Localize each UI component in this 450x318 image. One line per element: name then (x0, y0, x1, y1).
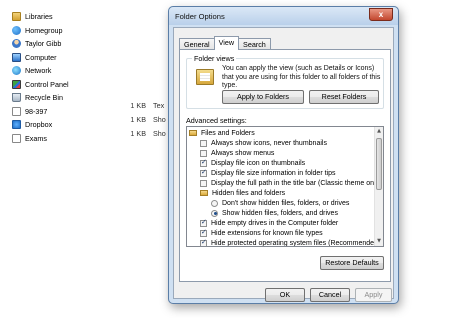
control-panel-icon (12, 79, 21, 89)
checkbox-checked[interactable] (200, 218, 207, 227)
setting-hide-extensions[interactable]: Hide extensions for known file types (200, 228, 323, 238)
setting-label: Display file icon on thumbnails (211, 159, 306, 167)
file-row[interactable]: 98-397 (10, 105, 170, 118)
file-row[interactable]: Exams (10, 132, 170, 145)
view-tab-panel: Folder views You can apply the view (suc… (179, 49, 391, 282)
setting-label: Hide protected operating system files (R… (211, 239, 381, 247)
network-icon (12, 66, 21, 75)
scroll-up-arrow-icon[interactable]: ▲ (375, 127, 383, 136)
setting-label: Show hidden files, folders, and drives (222, 209, 338, 217)
setting-label: Hide extensions for known file types (211, 229, 323, 237)
recycle-bin-icon (12, 93, 21, 102)
checkbox-checked[interactable] (200, 228, 207, 237)
nav-item-label: Libraries (25, 12, 53, 21)
dropbox-icon (12, 120, 21, 129)
nav-item-label: Homegroup (25, 25, 63, 35)
scroll-down-arrow-icon[interactable]: ▼ (375, 237, 383, 246)
setting-display-file-icon[interactable]: Display file icon on thumbnails (200, 158, 305, 168)
nav-item-label: Computer (25, 52, 57, 62)
checkbox[interactable] (200, 139, 207, 147)
nav-item-label: Network (25, 66, 52, 75)
setting-hide-protected-files[interactable]: Hide protected operating system files (R… (200, 238, 381, 247)
nav-item-label: Recycle Bin (25, 93, 63, 102)
libraries-icon (12, 12, 21, 21)
setting-display-full-path[interactable]: Display the full path in the title bar (… (200, 178, 381, 188)
checkbox-checked[interactable] (200, 158, 207, 167)
nav-item-recycle-bin[interactable]: Recycle Bin (10, 91, 170, 104)
file-size: 1 KB (130, 115, 146, 124)
nav-item-libraries[interactable]: Libraries (10, 10, 170, 23)
dialog-title: Folder Options (175, 12, 225, 21)
folder-views-label: Folder views (192, 54, 237, 63)
nav-item-label: Taylor Gibb (25, 39, 62, 48)
setting-label: Hide empty drives in the Computer folder (211, 219, 339, 227)
radio-button[interactable] (211, 199, 218, 207)
dialog-titlebar[interactable]: Folder Options x (169, 7, 398, 25)
vertical-scrollbar[interactable]: ▲ ▼ (374, 127, 383, 246)
file-name: Exams (25, 133, 47, 143)
file-size: 1 KB (130, 129, 146, 138)
checkbox[interactable] (200, 149, 207, 157)
file-size: 1 KB (130, 101, 146, 110)
folder-icon (200, 190, 208, 196)
file-name: Dropbox (25, 120, 53, 129)
cancel-button[interactable]: Cancel (310, 288, 350, 302)
setting-label: Always show icons, never thumbnails (211, 139, 327, 147)
nav-item-user[interactable]: Taylor Gibb (10, 37, 170, 50)
shortcut-file-icon (12, 133, 21, 143)
file-name: 98-397 (25, 106, 48, 116)
restore-defaults-button[interactable]: Restore Defaults (320, 256, 384, 270)
apply-to-folders-button[interactable]: Apply to Folders (222, 90, 304, 104)
nav-item-label: Control Panel (25, 79, 69, 89)
setting-label: Don't show hidden files, folders, or dri… (222, 199, 350, 207)
homegroup-icon (12, 25, 21, 35)
nav-item-network[interactable]: Network (10, 64, 170, 77)
user-icon (12, 39, 21, 48)
setting-label: Hidden files and folders (212, 189, 286, 197)
advanced-settings-list[interactable]: Files and Folders Always show icons, nev… (186, 126, 384, 247)
nav-item-homegroup[interactable]: Homegroup (10, 24, 170, 37)
setting-label: Display file size information in folder … (211, 169, 336, 177)
checkbox-checked[interactable] (200, 168, 207, 177)
scroll-thumb[interactable] (376, 138, 382, 190)
checkbox-checked[interactable] (200, 238, 207, 246)
tab-view[interactable]: View (213, 36, 240, 50)
text-file-icon (12, 106, 21, 116)
folder-views-description: You can apply the view (such as Details … (222, 65, 381, 89)
navigation-pane: Libraries Homegroup Taylor Gibb Computer… (10, 10, 170, 145)
folder-options-dialog: Folder Options x General View Search Fol… (168, 6, 399, 304)
checkbox[interactable] (200, 179, 207, 187)
setting-show-hidden[interactable]: Show hidden files, folders, and drives (211, 208, 338, 218)
close-button[interactable]: x (369, 8, 393, 21)
file-type: Sho (153, 115, 166, 124)
computer-icon (12, 52, 21, 62)
ok-button[interactable]: OK (265, 288, 305, 302)
folder-views-group: Folder views You can apply the view (suc… (186, 54, 384, 109)
setting-label: Files and Folders (201, 129, 255, 137)
file-type: Tex (153, 101, 165, 110)
file-row[interactable]: Dropbox (10, 118, 170, 131)
apply-button[interactable]: Apply (355, 288, 392, 302)
setting-always-show-menus[interactable]: Always show menus (200, 148, 274, 158)
setting-label: Always show menus (211, 149, 275, 157)
setting-display-file-size[interactable]: Display file size information in folder … (200, 168, 336, 178)
radio-button-selected[interactable] (211, 209, 218, 217)
nav-item-computer[interactable]: Computer (10, 51, 170, 64)
folder-views-icon (196, 69, 214, 85)
nav-item-control-panel[interactable]: Control Panel (10, 78, 170, 91)
settings-folder-files-and-folders: Files and Folders (189, 128, 255, 138)
file-type: Sho (153, 129, 166, 138)
reset-folders-button[interactable]: Reset Folders (309, 90, 379, 104)
setting-hide-empty-drives[interactable]: Hide empty drives in the Computer folder (200, 218, 338, 228)
setting-label: Display the full path in the title bar (… (211, 179, 382, 187)
setting-always-show-icons[interactable]: Always show icons, never thumbnails (200, 138, 327, 148)
setting-dont-show-hidden[interactable]: Don't show hidden files, folders, or dri… (211, 198, 349, 208)
folder-icon (189, 130, 197, 136)
settings-folder-hidden-files: Hidden files and folders (200, 188, 285, 198)
advanced-settings-label: Advanced settings: (186, 116, 247, 125)
dialog-client-area: General View Search Folder views You can… (173, 27, 394, 302)
